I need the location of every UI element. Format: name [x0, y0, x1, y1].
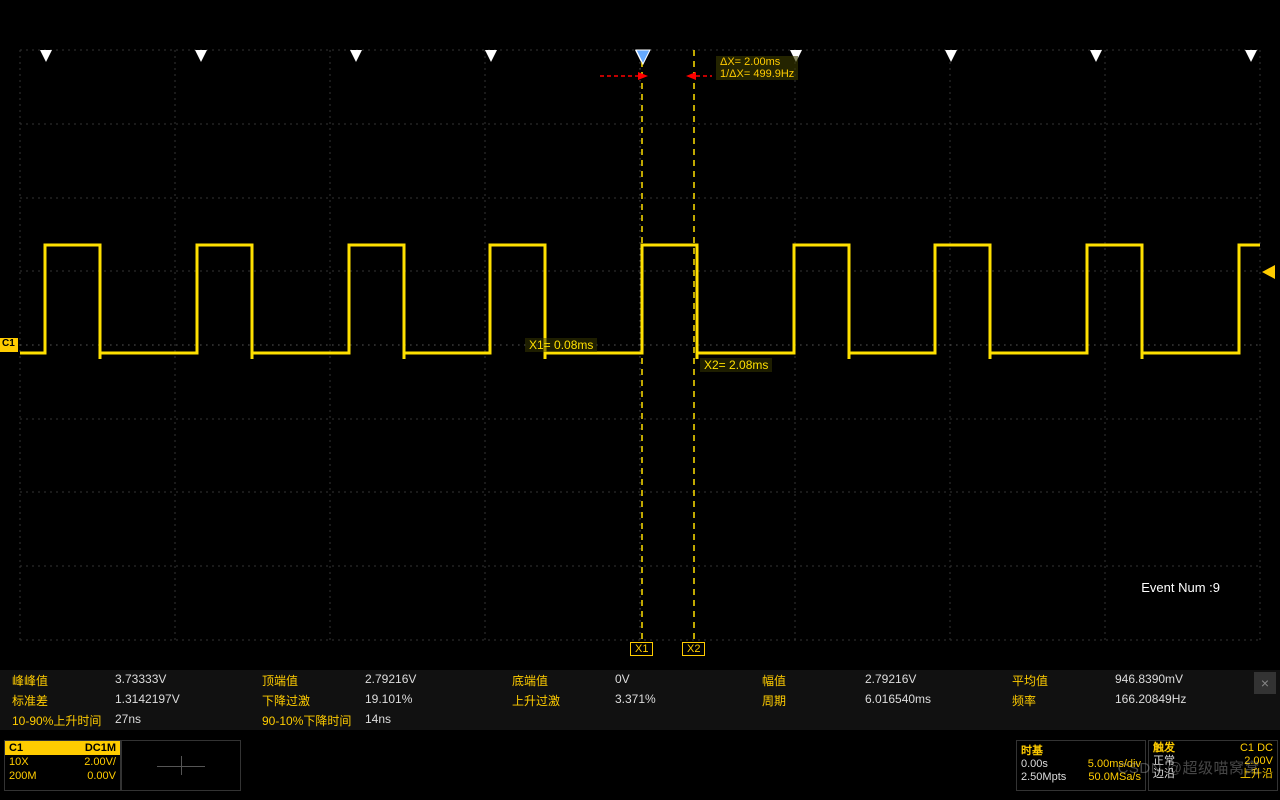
ch-coupling: DC1M [85, 741, 116, 755]
meas-rover-label: 上升过激 [500, 692, 615, 709]
timebase-box[interactable]: 时基 0.00s 5.00ms/div 2.50Mpts 50.0MSa/s [1016, 740, 1146, 791]
meas-top-value: 2.79216V [365, 672, 500, 689]
channel-box-c1[interactable]: C1 DC1M 10X 2.00V/ 200M 0.00V [4, 740, 121, 791]
timebase-pos: 0.00s [1021, 758, 1048, 771]
meas-rover-value: 3.371% [615, 692, 750, 709]
meas-base-value: 0V [615, 672, 750, 689]
meas-rise-label: 10-90%上升时间 [0, 712, 115, 729]
meas-period-label: 周期 [750, 692, 865, 709]
timebase-rate: 50.0MSa/s [1088, 771, 1141, 784]
event-counter: Event Num :9 [1141, 580, 1220, 595]
trigger-position-marker[interactable] [600, 50, 712, 80]
trigger-title: 触发 [1153, 742, 1175, 755]
trigger-level: 2.00V [1244, 755, 1273, 768]
meas-amp-value: 2.79216V [865, 672, 1000, 689]
timebase-scale: 5.00ms/div [1088, 758, 1141, 771]
meas-std-label: 标准差 [0, 692, 115, 709]
meas-amp-label: 幅值 [750, 672, 865, 689]
meas-freq-value: 166.20849Hz [1115, 692, 1250, 709]
meas-pkpk-label: 峰峰值 [0, 672, 115, 689]
trigger-mode: 正常 [1153, 755, 1175, 768]
meas-mean-label: 平均值 [1000, 672, 1115, 689]
ch1-ground-marker: C1 [2, 338, 15, 349]
meas-rise-value: 27ns [115, 712, 250, 729]
cursor-x1-readout: X1= 0.08ms [525, 338, 597, 352]
meas-top-label: 顶端值 [250, 672, 365, 689]
cursor-x2-tag[interactable]: X2 [682, 642, 705, 656]
trigger-type: 边沿 [1153, 768, 1175, 781]
ch-offset: 0.00V [87, 769, 116, 783]
cursor-x2-readout: X2= 2.08ms [700, 358, 772, 372]
ch-bw: 200M [9, 769, 37, 783]
measurements-panel: × 峰峰值3.73333V 顶端值2.79216V 底端值0V 幅值2.7921… [0, 670, 1280, 730]
timebase-pts: 2.50Mpts [1021, 771, 1066, 784]
cursor-x1-tag[interactable]: X1 [630, 642, 653, 656]
close-icon[interactable]: × [1254, 672, 1276, 694]
meas-fover-value: 19.101% [365, 692, 500, 709]
meas-std-value: 1.3142197V [115, 692, 250, 709]
ch-name: C1 [9, 741, 23, 755]
bottom-status-bar: C1 DC1M 10X 2.00V/ 200M 0.00V 时基 0.00s 5.00m… [0, 738, 1280, 793]
ch-probe: 10X [9, 755, 29, 769]
trigger-src: C1 DC [1240, 742, 1273, 755]
meas-freq-label: 频率 [1000, 692, 1115, 709]
meas-base-label: 底端值 [500, 672, 615, 689]
trigger-edge: 上升沿 [1240, 768, 1273, 781]
meas-pkpk-value: 3.73333V [115, 672, 250, 689]
waveform-display[interactable]: ΔX= 2.00ms 1/ΔX= 499.9Hz X1= 0.08ms X2= … [0, 0, 1280, 665]
trigger-box[interactable]: 触发 C1 DC 正常 2.00V 边沿 上升沿 [1148, 740, 1278, 791]
meas-fall-value: 14ns [365, 712, 500, 729]
meas-fover-label: 下降过激 [250, 692, 365, 709]
ch-scale: 2.00V/ [84, 755, 116, 769]
cursor-delta-readout: ΔX= 2.00ms 1/ΔX= 499.9Hz [716, 56, 798, 80]
meas-mean-value: 946.8390mV [1115, 672, 1250, 689]
xy-position-control[interactable] [121, 740, 241, 791]
timebase-title: 时基 [1021, 742, 1141, 758]
meas-period-value: 6.016540ms [865, 692, 1000, 709]
meas-fall-label: 90-10%下降时间 [250, 712, 365, 729]
scope-svg [0, 0, 1280, 665]
